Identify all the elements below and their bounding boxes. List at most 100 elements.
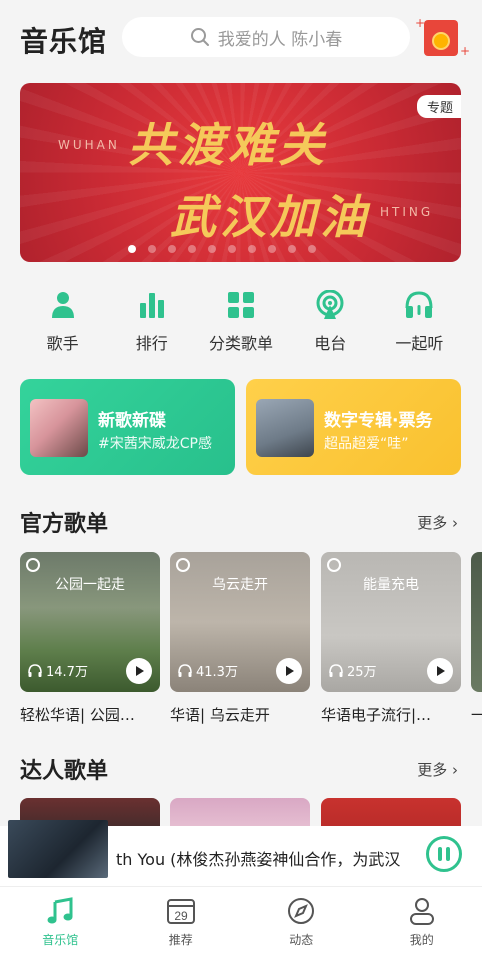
coin-icon: [432, 32, 450, 50]
shortcut-category[interactable]: 分类歌单: [196, 290, 285, 354]
now-playing-artwork: [8, 820, 108, 878]
promo-digital-album[interactable]: 数字专辑·票务 超品超爱“哇”: [246, 379, 461, 475]
singer-icon: [48, 290, 78, 320]
promo-subtitle: #宋茜宋威龙CP感: [98, 436, 212, 452]
official-badge-icon: [176, 558, 190, 572]
chart-icon: [137, 290, 167, 320]
search-icon: [190, 28, 209, 46]
playlist-cover: 能量充电 25万: [321, 552, 461, 692]
play-count: 14.7万: [28, 661, 88, 680]
cover-title: 乌云走开: [212, 577, 268, 593]
tab-label: 我的: [409, 933, 434, 947]
official-badge-icon: [26, 558, 40, 572]
carousel-dot[interactable]: [288, 245, 296, 253]
category-icon: [226, 290, 256, 320]
carousel-dot[interactable]: [148, 245, 156, 253]
compass-icon: [288, 898, 315, 924]
music-note-icon: [47, 897, 73, 924]
official-badge-icon: [327, 558, 341, 572]
play-button[interactable]: [427, 658, 453, 684]
shortcut-label: 排行: [135, 334, 168, 353]
page-title: 音乐馆: [20, 25, 108, 58]
tab-label: 音乐馆: [42, 933, 79, 947]
shortcut-label: 电台: [314, 334, 347, 353]
playlist-card[interactable]: 乌云走开 41.3万 华语| 乌云走开: [170, 552, 310, 725]
playlist-card[interactable]: 能量充电 25万 华语电子流行|…: [321, 552, 461, 725]
carousel-dot[interactable]: [268, 245, 276, 253]
mini-player[interactable]: th You (林俊杰孙燕姿神仙合作，为武汉: [0, 820, 482, 886]
headphones-icon: [28, 663, 42, 677]
carousel-dot[interactable]: [208, 245, 216, 253]
play-icon: [136, 666, 144, 676]
shortcut-label: 歌手: [46, 334, 79, 353]
shortcut-label: 一起听: [395, 334, 444, 353]
headphones-icon: [404, 290, 434, 320]
playlist-cover: [471, 552, 482, 692]
banner-english-text: WUHAN: [58, 138, 120, 152]
shortcut-chart[interactable]: 排行: [107, 290, 196, 354]
pause-icon: [438, 847, 442, 861]
playlist-card[interactable]: 一: [471, 552, 482, 725]
headphones-icon: [329, 663, 343, 677]
pause-button[interactable]: [426, 836, 462, 872]
tab-bar: 音乐馆 29 推荐 动态 我的: [0, 886, 482, 970]
tab-recommend[interactable]: 29 推荐: [121, 887, 242, 970]
tab-label: 动态: [289, 933, 314, 947]
playlist-name: 华语电子流行|…: [321, 706, 432, 724]
promo-title: 数字专辑·票务: [324, 411, 433, 431]
sparkle-icon: +: [460, 44, 471, 58]
banner-headline: 武汉加油: [170, 190, 370, 244]
cover-title: 能量充电: [363, 577, 419, 593]
carousel-dot[interactable]: [228, 245, 236, 253]
red-packet-icon[interactable]: + +: [415, 16, 470, 58]
playlist-name: 一: [471, 706, 482, 724]
headphones-icon: [178, 663, 192, 677]
sparkle-icon: +: [415, 16, 426, 30]
pause-icon: [446, 847, 450, 861]
tab-mine[interactable]: 我的: [362, 887, 482, 970]
play-count: 25万: [329, 661, 377, 680]
section-title-talent: 达人歌单: [20, 759, 109, 784]
carousel-dots: [128, 245, 316, 253]
playlist-cover: 公园一起走 14.7万: [20, 552, 160, 692]
carousel-dot[interactable]: [308, 245, 316, 253]
now-playing-title: th You (林俊杰孙燕姿神仙合作，为武汉: [116, 850, 401, 869]
tab-label: 推荐: [168, 933, 193, 947]
play-button[interactable]: [126, 658, 152, 684]
shortcut-row: 歌手 排行 分类歌单 电台 一起听: [18, 290, 464, 354]
header: 音乐馆 我爱的人 陈小春 + +: [0, 0, 482, 76]
play-count: 41.3万: [178, 661, 238, 680]
playlist-card[interactable]: 公园一起走 14.7万 轻松华语| 公园…: [20, 552, 160, 725]
calendar-day: 29: [174, 909, 188, 923]
promo-thumbnail: [256, 399, 314, 457]
tab-feed[interactable]: 动态: [241, 887, 362, 970]
carousel-dot[interactable]: [248, 245, 256, 253]
more-label: 更多: [417, 514, 448, 532]
shortcut-singer[interactable]: 歌手: [18, 290, 107, 354]
search-bar[interactable]: 我爱的人 陈小春: [122, 17, 410, 57]
more-link-official[interactable]: 更多 ›: [417, 512, 458, 533]
more-link-talent[interactable]: 更多 ›: [417, 759, 458, 780]
calendar-icon: 29: [166, 899, 195, 924]
playlist-cover: 乌云走开 41.3万: [170, 552, 310, 692]
banner-carousel[interactable]: 专题 WUHAN 共渡难关 武汉加油 HTING: [20, 83, 461, 262]
carousel-dot[interactable]: [168, 245, 176, 253]
play-icon: [437, 666, 445, 676]
shortcut-label: 分类歌单: [209, 334, 274, 353]
promo-title: 新歌新碟: [98, 411, 166, 431]
banner-headline: 共渡难关: [128, 118, 328, 172]
promo-new-songs[interactable]: 新歌新碟 #宋茜宋威龙CP感: [20, 379, 235, 475]
shortcut-radio[interactable]: 电台: [286, 290, 375, 354]
cover-title: 公园一起走: [55, 577, 125, 593]
banner-english-text: HTING: [380, 205, 434, 219]
banner-tag: 专题: [416, 95, 461, 118]
carousel-dot[interactable]: [128, 245, 136, 253]
play-icon: [286, 666, 294, 676]
promo-subtitle: 超品超爱“哇”: [324, 436, 409, 452]
play-button[interactable]: [276, 658, 302, 684]
carousel-dot[interactable]: [188, 245, 196, 253]
shortcut-listen-together[interactable]: 一起听: [375, 290, 464, 354]
chevron-right-icon: ›: [452, 761, 458, 779]
play-count-value: 41.3万: [196, 665, 238, 680]
tab-music-hall[interactable]: 音乐馆: [0, 887, 121, 970]
